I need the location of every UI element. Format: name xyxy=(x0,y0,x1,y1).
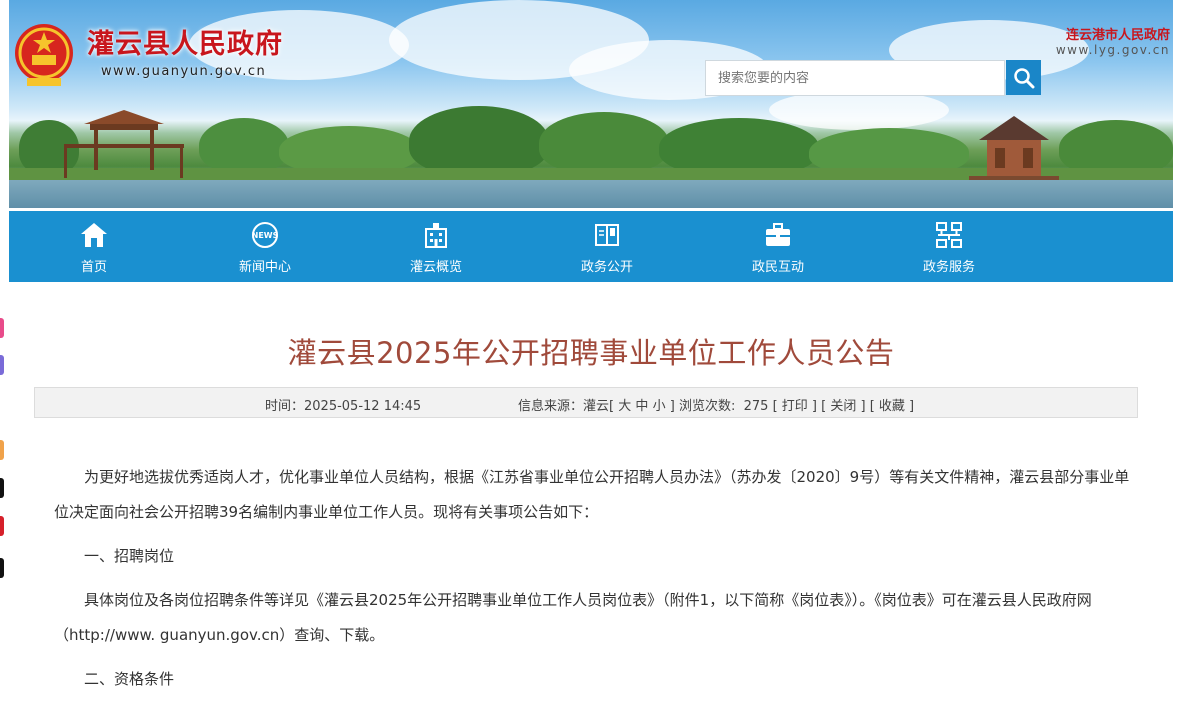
nav-item-gov-affairs[interactable]: 政务公开 xyxy=(552,211,662,282)
views-label: 浏览次数: xyxy=(678,399,736,414)
svg-text:NEWS: NEWS xyxy=(252,231,279,240)
city-government-link[interactable]: 连云港市人民政府 www.lyg.gov.cn xyxy=(1056,24,1170,57)
nav-label: 政民互动 xyxy=(751,260,804,275)
news-icon: NEWS xyxy=(252,222,279,248)
tree xyxy=(409,106,549,176)
time-value: 2025-05-12 14:45 xyxy=(304,399,422,414)
tree xyxy=(279,126,419,174)
source-and-tools: 信息来源：灌云[ 大 中 小 ] 浏览次数: 275 [ 打印 ] [ 关闭 ]… xyxy=(518,395,914,414)
edge-tab-dark xyxy=(0,558,4,578)
nav-label: 灌云概览 xyxy=(409,260,462,275)
section-heading: 一、招聘岗位 xyxy=(84,547,175,565)
page: 灌云县人民政府 www.guanyun.gov.cn 连云港市人民政府 www.… xyxy=(9,0,1173,709)
main-nav: 首页 NEWS 新闻中心 灌云概览 政务公开 政民互动 政务服务 xyxy=(9,211,1173,282)
print-link[interactable]: [ 打印 ] xyxy=(773,399,817,414)
city-link-url[interactable]: www.lyg.gov.cn xyxy=(1056,43,1170,57)
nav-label: 首页 xyxy=(80,260,107,275)
edge-tab-purple xyxy=(0,355,4,375)
header-banner: 灌云县人民政府 www.guanyun.gov.cn 连云港市人民政府 www.… xyxy=(9,0,1173,208)
home-icon xyxy=(81,223,107,247)
article-paragraph: 为更好地选拔优秀适岗人才，优化事业单位人员结构，根据《江苏省事业单位公开招聘人员… xyxy=(54,468,1130,521)
article-paragraph: 具体岗位及各岗位招聘条件等详见《灌云县2025年公开招聘事业单位工作人员岗位表》… xyxy=(54,591,1092,644)
article-title: 灌云县2025年公开招聘事业单位工作人员公告 xyxy=(287,336,895,370)
water xyxy=(9,180,1173,208)
edge-tab-red xyxy=(0,516,4,536)
tree xyxy=(539,112,669,174)
book-icon xyxy=(595,224,619,246)
section-heading: 二、资格条件 xyxy=(84,670,175,688)
pavilion-left xyxy=(64,110,184,178)
national-emblem-icon xyxy=(15,24,73,86)
city-link-name[interactable]: 连云港市人民政府 xyxy=(1056,24,1170,43)
window-edge xyxy=(0,0,8,709)
search-input[interactable] xyxy=(706,61,1004,95)
favorite-link[interactable]: [ 收藏 ] xyxy=(870,399,914,414)
nav-item-overview[interactable]: 灌云概览 xyxy=(381,211,491,282)
building-icon xyxy=(425,223,447,248)
tree xyxy=(199,118,289,173)
close-link[interactable]: [ 关闭 ] xyxy=(821,399,865,414)
font-size-bracket-open: [ xyxy=(609,399,615,414)
network-icon xyxy=(936,222,962,248)
nav-item-gov-services[interactable]: 政务服务 xyxy=(894,211,1004,282)
source-value: 灌云 xyxy=(583,399,610,414)
nav-item-home[interactable]: 首页 xyxy=(39,211,149,282)
nav-label: 政务服务 xyxy=(922,260,975,275)
font-size-bracket-close: ] xyxy=(669,399,675,414)
briefcase-icon xyxy=(766,223,790,246)
site-title[interactable]: 灌云县人民政府 xyxy=(87,22,283,61)
edge-tab-pink xyxy=(0,318,4,338)
font-size-medium-button[interactable]: 中 xyxy=(635,399,648,414)
site-url[interactable]: www.guanyun.gov.cn xyxy=(101,64,266,79)
nav-label: 新闻中心 xyxy=(238,260,291,275)
nav-item-news[interactable]: NEWS 新闻中心 xyxy=(210,211,320,282)
search-button[interactable] xyxy=(1006,60,1041,95)
article-body: 为更好地选拔优秀适岗人才，优化事业单位人员结构，根据《江苏省事业单位公开招聘人员… xyxy=(54,460,1144,697)
views-count: 275 xyxy=(743,399,769,414)
edge-tab-orange xyxy=(0,440,4,460)
search-icon xyxy=(1013,67,1034,88)
nav-label: 政务公开 xyxy=(580,260,633,275)
font-size-large-button[interactable]: 大 xyxy=(618,399,631,414)
publish-time: 时间：2025-05-12 14:45 xyxy=(265,395,421,414)
nav-item-interaction[interactable]: 政民互动 xyxy=(723,211,833,282)
time-label: 时间： xyxy=(265,399,305,414)
font-size-small-button[interactable]: 小 xyxy=(653,399,666,414)
cloud xyxy=(769,90,949,130)
source-label: 信息来源： xyxy=(518,399,584,414)
article-meta-bar: 时间：2025-05-12 14:45 信息来源：灌云[ 大 中 小 ] 浏览次… xyxy=(34,387,1138,418)
search-box xyxy=(705,60,1005,96)
pavilion-right xyxy=(969,116,1059,190)
edge-tab-black xyxy=(0,478,4,498)
